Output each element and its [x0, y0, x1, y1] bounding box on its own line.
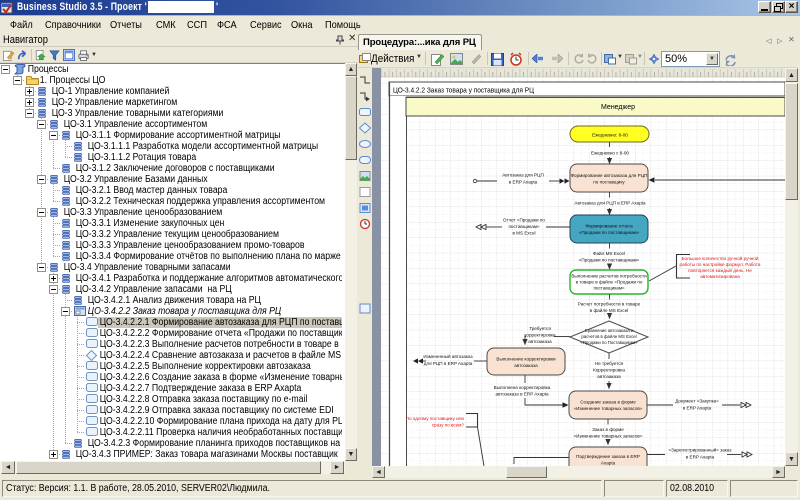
- svg-text:«Продажи по поставщикам»: «Продажи по поставщикам»: [579, 258, 640, 263]
- svg-text:в товаре в файле «Продажи по: в товаре в файле «Продажи по: [576, 279, 643, 285]
- svg-text:в файле MS Excel: в файле MS Excel: [590, 307, 629, 313]
- svg-text:сразу по всем?: сразу по всем?: [432, 423, 465, 428]
- svg-text:в ERP Axapta: в ERP Axapta: [509, 180, 538, 185]
- svg-text:Требуется: Требуется: [529, 326, 551, 331]
- svg-text:Большое количество ручной ручн: Большое количество ручной ручной: [682, 255, 759, 261]
- svg-text:Выполнение корректировки: Выполнение корректировки: [496, 357, 556, 362]
- svg-text:Отчет «Продажи по: Отчет «Продажи по: [503, 218, 545, 223]
- svg-text:«Зарегистрированный» заказ: «Зарегистрированный» заказ: [669, 447, 732, 453]
- svg-text:поставщикам»: поставщикам»: [593, 286, 625, 291]
- svg-text:Создание заказа в форме: Создание заказа в форме: [580, 400, 636, 405]
- svg-text:Axapta: Axapta: [601, 461, 616, 466]
- svg-text:повторяется каждый день. Не: повторяется каждый день. Не: [688, 267, 752, 273]
- svg-text:Ежедневно с 8-00: Ежедневно с 8-00: [591, 151, 629, 156]
- svg-text:расчетов в файле MS Excel: расчетов в файле MS Excel: [581, 334, 636, 339]
- svg-text:Формирование отчета: Формирование отчета: [585, 224, 633, 229]
- svg-text:Документ «Закупка»: Документ «Закупка»: [675, 399, 719, 404]
- svg-text:поставщикам»: поставщикам»: [508, 224, 540, 229]
- svg-text:для РЦП в ERP Axapta: для РЦП в ERP Axapta: [424, 361, 473, 366]
- svg-text:автозаказа в ERP Axapta: автозаказа в ERP Axapta: [495, 392, 549, 397]
- svg-text:автозаказа: автозаказа: [528, 339, 552, 344]
- svg-text:Формирование автозаказа для РЦ: Формирование автозаказа для РЦП: [571, 173, 648, 178]
- svg-text:«Продажи по поставщикам»: «Продажи по поставщикам»: [579, 230, 640, 235]
- svg-text:Расчет потребности в товаре: Расчет потребности в товаре: [578, 302, 641, 307]
- svg-text:По одному поставщику или: По одному поставщику или: [406, 416, 465, 421]
- svg-text:Менеджер: Менеджер: [601, 104, 635, 111]
- svg-text:«Изменение товарных запасов»: «Изменение товарных запасов»: [574, 406, 643, 411]
- svg-text:«Продажи по Поставщикам»: «Продажи по Поставщикам»: [580, 340, 638, 345]
- svg-text:Корректировка: Корректировка: [593, 368, 625, 373]
- svg-text:в ERP Axapta: в ERP Axapta: [686, 455, 715, 460]
- svg-text:автоматизирована: автоматизирована: [700, 274, 740, 279]
- svg-text:по поставщику: по поставщику: [593, 180, 625, 185]
- svg-text:Не требуется: Не требуется: [595, 361, 624, 366]
- svg-text:Измененный автозаказ: Измененный автозаказ: [423, 353, 472, 359]
- svg-text:ЦО-3.4.2.2 Заказ товара у пост: ЦО-3.4.2.2 Заказ товара у поставщика для…: [393, 88, 535, 95]
- svg-text:Файл MS Excel: Файл MS Excel: [593, 250, 625, 256]
- svg-text:в MS Excel: в MS Excel: [512, 231, 535, 236]
- svg-text:Сравнение автозаказа и: Сравнение автозаказа и: [585, 328, 634, 333]
- svg-text:Ежедневно: 8-00: Ежедневно: 8-00: [592, 133, 628, 138]
- svg-text:Заказ в форме: Заказ в форме: [592, 427, 624, 432]
- svg-text:Подтверждение заказа в ERP: Подтверждение заказа в ERP: [576, 454, 640, 459]
- svg-text:Автозаказ для РЦП: Автозаказ для РЦП: [502, 173, 544, 178]
- svg-text:работы по настройке формул. Ра: работы по настройке формул. Работа: [680, 261, 761, 267]
- svg-text:автозаказа: автозаказа: [514, 363, 538, 368]
- svg-text:«Изменение товарных запасов»: «Изменение товарных запасов»: [574, 434, 643, 439]
- svg-text:автозаказа: автозаказа: [597, 374, 621, 379]
- svg-text:корректировка: корректировка: [524, 333, 556, 338]
- svg-text:в ERP Axapta: в ERP Axapta: [683, 406, 712, 411]
- svg-text:Выполнена корректировка: Выполнена корректировка: [494, 385, 551, 390]
- svg-text:Автозаказ для РЦП в ERP Axapta: Автозаказ для РЦП в ERP Axapta: [574, 201, 646, 206]
- svg-text:Выполнение расчетов потребност: Выполнение расчетов потребности: [571, 274, 647, 279]
